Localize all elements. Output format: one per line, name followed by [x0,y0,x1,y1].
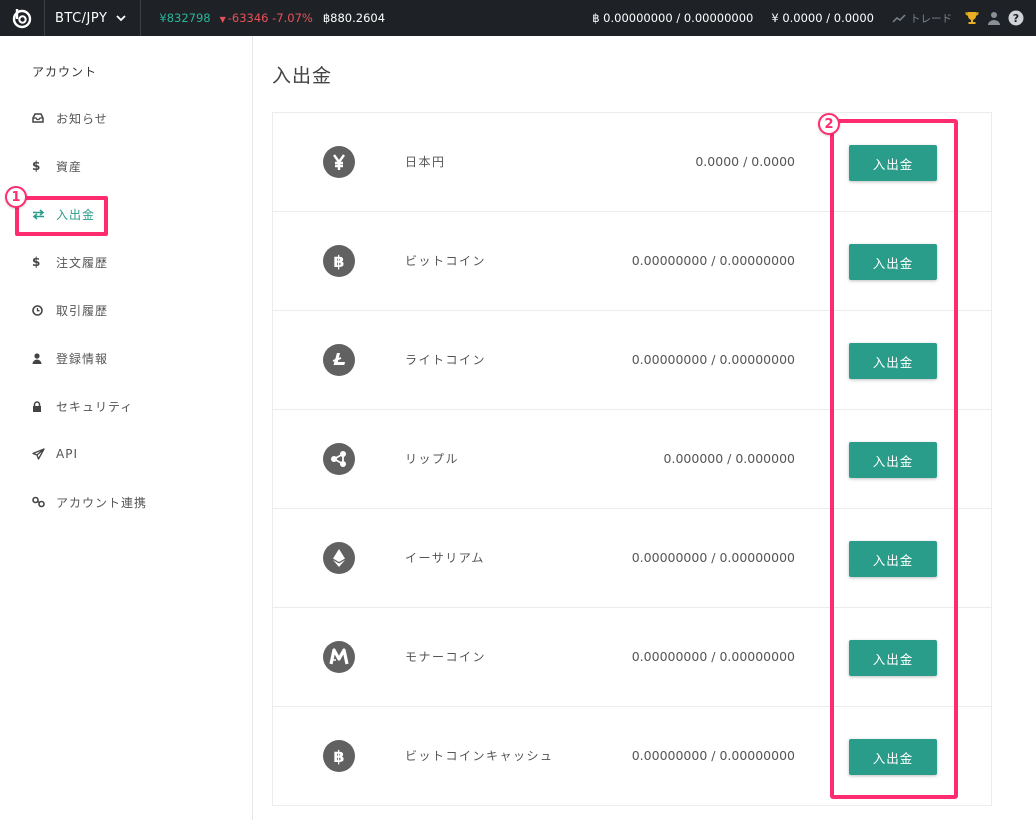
chevron-down-icon [116,14,127,22]
annotation-highlight-1 [15,196,108,236]
link-icon [32,496,48,508]
pair-selector[interactable]: BTC/JPY [44,0,142,36]
currency-name: リップル [405,452,460,466]
svg-text:฿: ฿ [333,252,344,270]
sidebar-item-label: 資産 [56,159,83,174]
sidebar-item-label: お知らせ [56,111,108,126]
currency-balance: 0.00000000 / 0.00000000 [631,649,795,664]
help-icon[interactable]: ? [1006,10,1026,26]
sidebar-item-assets[interactable]: $ 資産 [32,156,82,176]
sidebar-item-label: セキュリティ [56,399,134,414]
sidebar: アカウント お知らせ $ 資産 入出金 $ 注文履歴 取引履歴 登録情報 セキュ… [0,36,253,820]
sidebar-item-label: アカウント連携 [56,495,148,510]
currency-balance: 0.00000000 / 0.00000000 [631,550,795,565]
currency-name: イーサリアム [405,551,485,565]
paper-plane-icon [32,448,48,460]
ethereum-icon [323,542,355,574]
svg-text:?: ? [1013,12,1019,25]
sidebar-item-security[interactable]: セキュリティ [32,396,133,416]
btc-balance: ฿ 0.00000000 / 0.00000000 [592,11,754,25]
currency-name: 日本円 [405,155,446,169]
pair-label: BTC/JPY [55,10,108,26]
annotation-badge-2: 2 [818,113,840,135]
currency-name: モナーコイン [405,650,487,664]
ripple-icon [323,443,355,475]
dollar-icon: $ [32,159,42,173]
monacoin-icon [323,641,355,673]
litecoin-icon [323,344,355,376]
top-bar: BTC/JPY ¥832798 ▼ -63346 -7.07% ฿880.2604… [0,0,1036,36]
price-change: ▼ -63346 -7.07% [219,11,313,25]
down-triangle-icon: ▼ [219,15,226,24]
price: ¥832798 [159,11,211,25]
trade-link[interactable]: トレード [892,11,952,26]
btc-price: ฿880.2604 [322,11,386,25]
sidebar-item-label: 注文履歴 [56,255,109,270]
currency-balance: 0.00000000 / 0.00000000 [631,352,795,367]
sidebar-item-registration[interactable]: 登録情報 [32,348,108,368]
sidebar-item-label: 取引履歴 [56,303,109,318]
yen-icon [323,146,355,178]
sidebar-item-notices[interactable]: お知らせ [32,108,108,128]
dollar-icon: $ [32,255,42,269]
inbox-icon [32,113,48,123]
currency-balance: 0.000000 / 0.000000 [663,451,795,466]
sidebar-item-trade-history[interactable]: 取引履歴 [32,300,108,320]
jpy-balance: ¥ 0.0000 / 0.0000 [771,11,874,25]
ticker: ¥832798 ▼ -63346 -7.07% ฿880.2604 [159,11,385,25]
svg-text:฿: ฿ [333,747,344,765]
bitcoin-icon: ฿ [323,245,355,277]
currency-balance: 0.0000 / 0.0000 [695,154,795,169]
sidebar-item-order-history[interactable]: $ 注文履歴 [32,252,108,272]
logo-icon[interactable] [0,0,44,36]
currency-name: ライトコイン [405,353,487,367]
annotation-highlight-2 [830,119,958,799]
trend-icon [892,13,906,23]
currency-balance: 0.00000000 / 0.00000000 [631,748,795,763]
currency-name: ビットコインキャッシュ [405,749,554,763]
user-icon [32,352,48,364]
trophy-icon[interactable] [962,10,982,26]
sidebar-item-label: API [56,447,78,461]
lock-icon [32,400,48,412]
sidebar-item-account-link[interactable]: アカウント連携 [32,492,147,512]
sidebar-item-api[interactable]: API [32,444,78,464]
sidebar-title: アカウント [32,65,98,79]
annotation-badge-1: 1 [5,186,27,208]
currency-balance: 0.00000000 / 0.00000000 [631,253,795,268]
user-icon[interactable] [984,11,1004,25]
bitcoin-cash-icon: ฿ [323,740,355,772]
sidebar-item-label: 登録情報 [56,351,109,366]
clock-icon [32,304,48,316]
page-title: 入出金 [272,65,333,87]
trade-label: トレード [910,12,952,25]
currency-name: ビットコイン [405,254,487,268]
